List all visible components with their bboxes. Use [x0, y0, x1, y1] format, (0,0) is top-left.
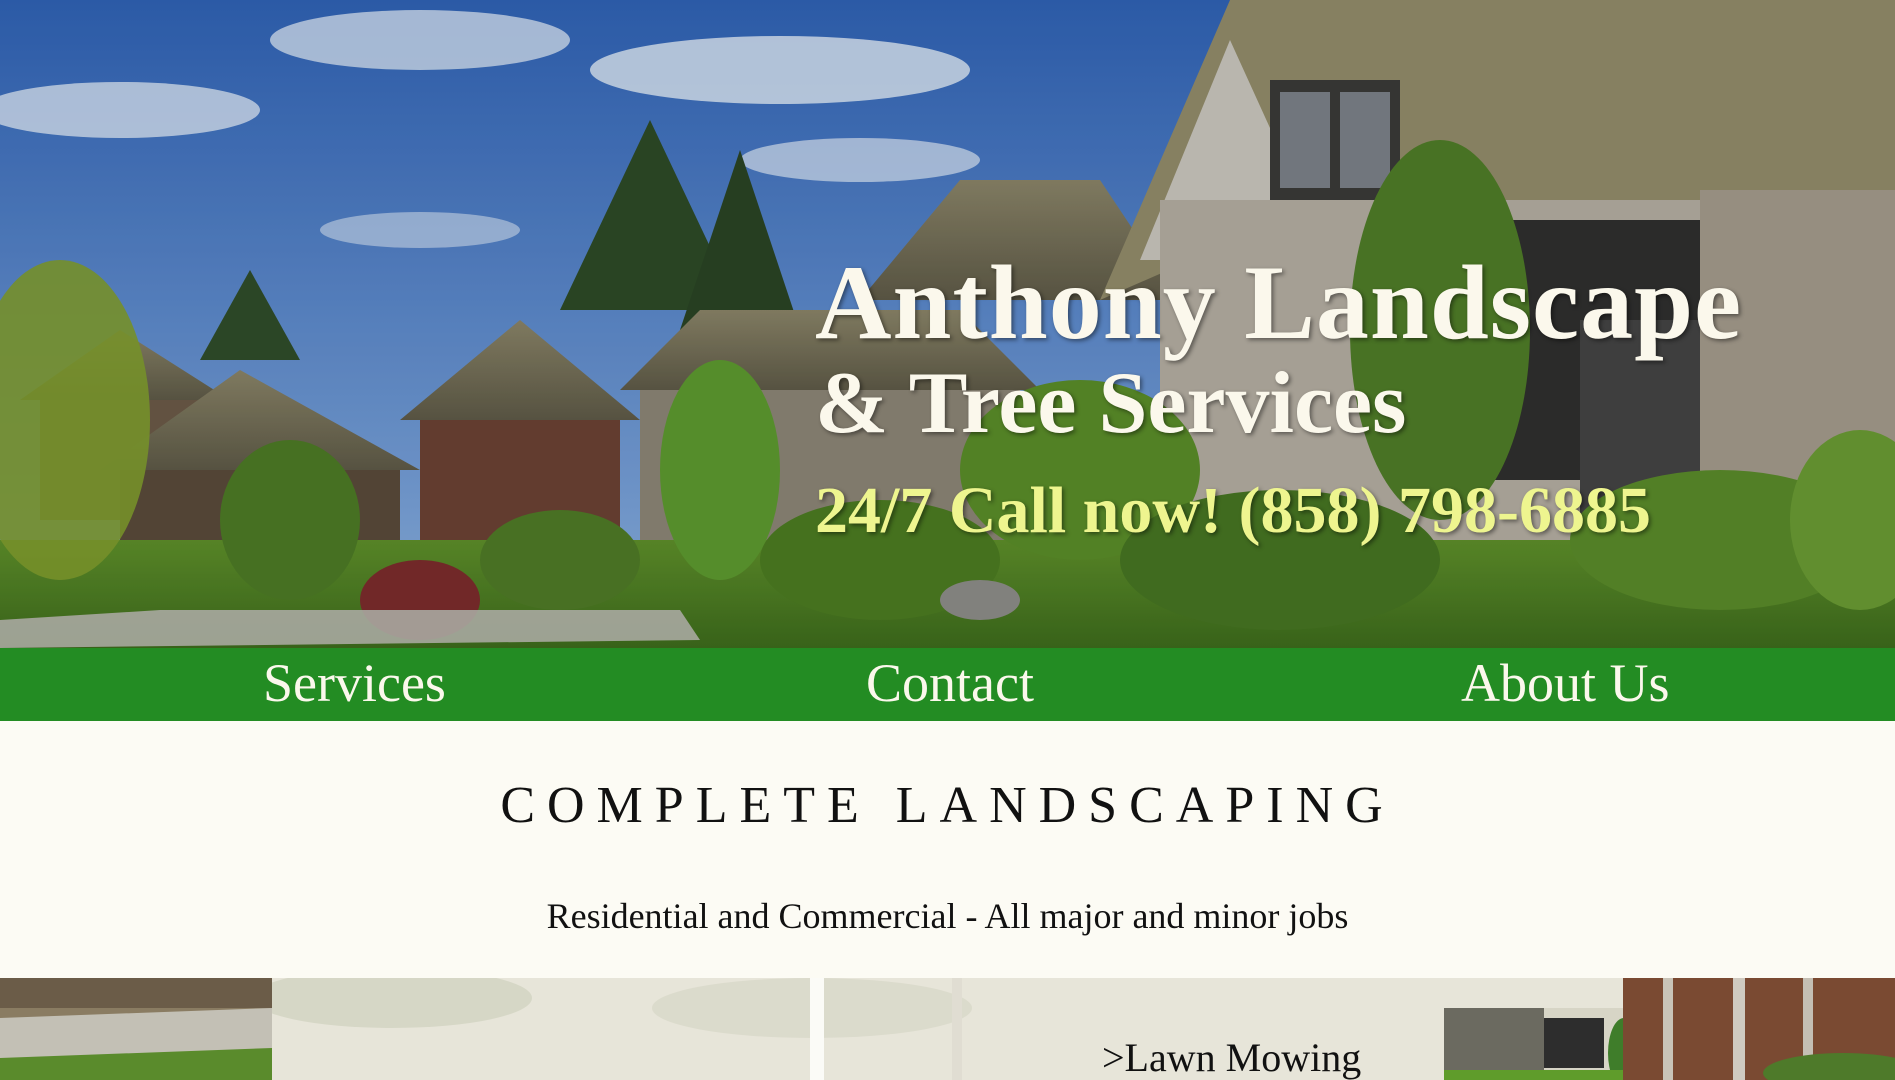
site-title: Anthony Landscape	[815, 244, 1743, 361]
gallery-right-image	[1623, 978, 1895, 1080]
main-nav: Services Contact About Us	[0, 648, 1895, 721]
section-subheading: Residential and Commercial - All major a…	[546, 896, 1349, 936]
gallery-left-image	[0, 978, 272, 1080]
service-gallery: >Lawn Mowing	[0, 978, 1895, 1080]
nav-item-contact[interactable]: Contact	[866, 656, 1034, 710]
site-subtitle: & Tree Services	[815, 355, 1407, 452]
gallery-center-panel: >Lawn Mowing	[272, 978, 1865, 1080]
hero-text-block: Anthony Landscape & Tree Services 24/7 C…	[815, 250, 1742, 544]
nav-item-about-us[interactable]: About Us	[1461, 656, 1670, 710]
nav-item-services[interactable]: Services	[263, 656, 446, 710]
hero-banner: Anthony Landscape & Tree Services 24/7 C…	[0, 0, 1895, 648]
section-heading: COMPLETE LANDSCAPING	[500, 777, 1395, 834]
phone-call-link[interactable]: 24/7 Call now! (858) 798-6885	[815, 478, 1742, 544]
lawn-mowing-label[interactable]: >Lawn Mowing	[1102, 1034, 1361, 1080]
gallery-center-background	[272, 978, 1623, 1080]
